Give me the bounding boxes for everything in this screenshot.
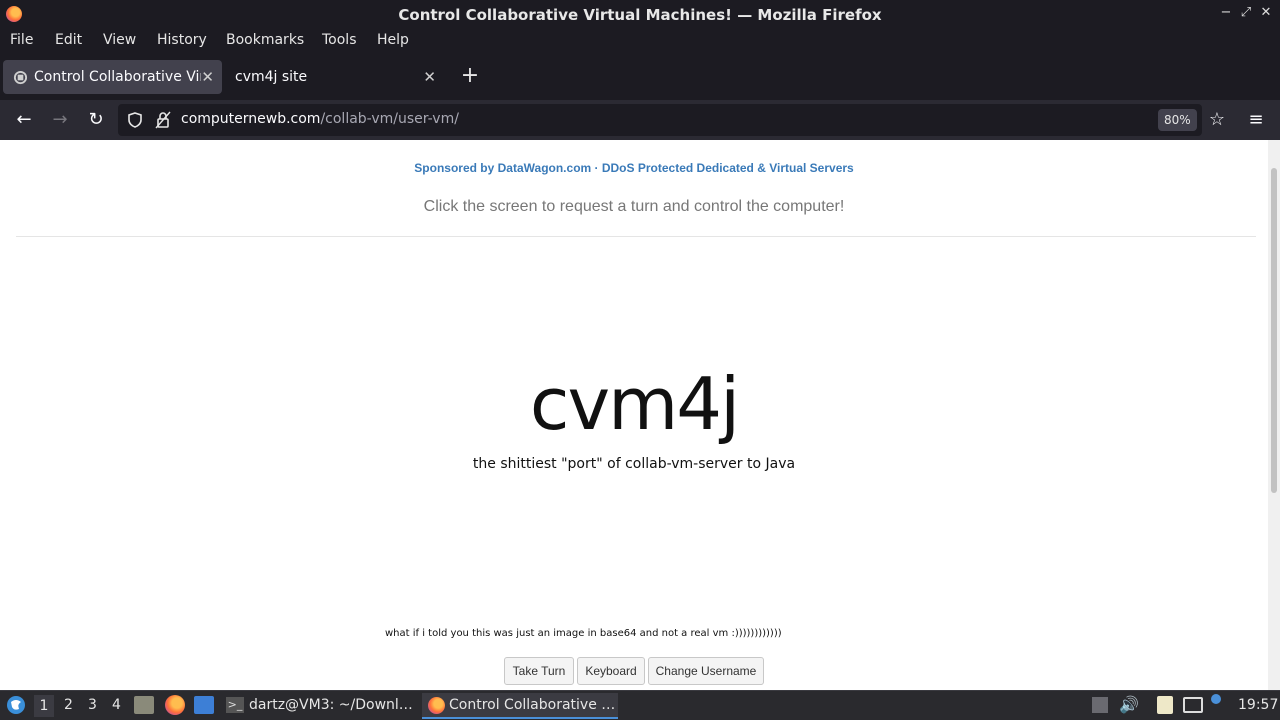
vm-screen-title: cvm4j (529, 362, 740, 446)
turn-instructions: Click the screen to request a turn and c… (423, 198, 845, 215)
terminal-icon: >_ (226, 697, 244, 713)
minimize-button[interactable]: − (1218, 5, 1234, 21)
clock[interactable]: 19:57 (1238, 697, 1278, 713)
vm-screen-subtitle: the shittiest "port" of collab-vm-server… (472, 456, 796, 472)
tab-label: cvm4j site (235, 69, 308, 85)
window-titlebar: Control Collaborative Virtual Machines! … (0, 0, 1280, 28)
firefox-launcher-icon[interactable] (165, 695, 185, 715)
forward-arrow-icon[interactable]: → (49, 109, 71, 131)
take-turn-button[interactable]: Take Turn (504, 657, 574, 685)
hamburger-menu-icon[interactable]: ≡ (1245, 109, 1267, 131)
display-icon[interactable] (1183, 697, 1203, 713)
page-scrollbar[interactable] (1268, 140, 1280, 690)
start-menu-icon[interactable] (6, 695, 26, 715)
zoom-level-badge[interactable]: 80% (1158, 109, 1197, 131)
url-path: /collab-vm/user-vm/ (320, 111, 459, 127)
window-title: Control Collaborative Virtual Machines! … (398, 6, 882, 24)
change-username-button[interactable]: Change Username (648, 657, 764, 685)
workspace-1[interactable]: 1 (34, 695, 54, 717)
workspace-2[interactable]: 2 (64, 697, 73, 713)
tab-cvm4j-site[interactable]: cvm4j site ✕ (224, 60, 444, 94)
back-arrow-icon[interactable]: ← (13, 109, 35, 131)
menu-bar: File Edit View History Bookmarks Tools H… (0, 28, 1280, 55)
shield-icon[interactable] (126, 111, 144, 129)
keyboard-button[interactable]: Keyboard (577, 657, 645, 685)
task-label: dartz@VM3: ~/Downl… (249, 697, 413, 713)
volume-icon[interactable]: 🔊 (1119, 695, 1139, 714)
collab-vm-favicon-icon (13, 70, 28, 85)
close-tab-icon[interactable]: ✕ (423, 68, 436, 86)
menu-file[interactable]: File (10, 32, 33, 48)
menu-help[interactable]: Help (377, 32, 409, 48)
address-bar[interactable]: computernewb.com/collab-vm/user-vm/ 80% (118, 104, 1202, 136)
file-manager-icon[interactable] (134, 696, 154, 714)
url-text[interactable]: computernewb.com/collab-vm/user-vm/ (181, 111, 459, 127)
workspace-4[interactable]: 4 (112, 697, 121, 713)
bookmark-star-icon[interactable]: ☆ (1206, 109, 1228, 131)
menu-history[interactable]: History (157, 32, 207, 48)
taskbar-firefox-task[interactable]: Control Collaborative … (422, 693, 618, 719)
maximize-button[interactable]: ⤢ (1238, 5, 1254, 21)
menu-tools[interactable]: Tools (322, 32, 357, 48)
desktop-icon[interactable] (194, 696, 214, 714)
menu-edit[interactable]: Edit (55, 32, 82, 48)
url-domain: computernewb.com (181, 111, 321, 127)
divider (16, 236, 1256, 237)
scrollbar-thumb[interactable] (1271, 168, 1277, 493)
close-tab-icon[interactable]: ✕ (201, 68, 214, 86)
workspace-3[interactable]: 3 (88, 697, 97, 713)
clipboard-icon[interactable] (1157, 696, 1173, 714)
notification-icon[interactable] (1211, 694, 1221, 704)
lock-warning-icon[interactable] (155, 111, 171, 129)
tab-label: Control Collaborative Virtual Machines! (34, 69, 201, 85)
taskbar-terminal-task[interactable]: >_ dartz@VM3: ~/Downl… (222, 693, 418, 719)
taskbar: 1 2 3 4 >_ dartz@VM3: ~/Downl… Control C… (0, 690, 1280, 720)
close-window-button[interactable]: ✕ (1258, 5, 1274, 21)
menu-view[interactable]: View (103, 32, 136, 48)
tray-up-icon[interactable] (1092, 697, 1108, 713)
tab-bar: Control Collaborative Virtual Machines! … (0, 55, 1280, 100)
reload-icon[interactable]: ↻ (85, 109, 107, 131)
task-label: Control Collaborative … (449, 697, 616, 713)
tab-collab-vm[interactable]: Control Collaborative Virtual Machines! … (3, 60, 222, 94)
new-tab-button[interactable]: + (459, 63, 481, 89)
firefox-icon (428, 697, 445, 714)
page-content: Sponsored by DataWagon.com · DDoS Protec… (0, 140, 1268, 690)
vm-screen-note: what if i told you this was just an imag… (385, 628, 782, 639)
sponsor-link[interactable]: Sponsored by DataWagon.com · DDoS Protec… (0, 161, 1268, 175)
menu-bookmarks[interactable]: Bookmarks (226, 32, 304, 48)
